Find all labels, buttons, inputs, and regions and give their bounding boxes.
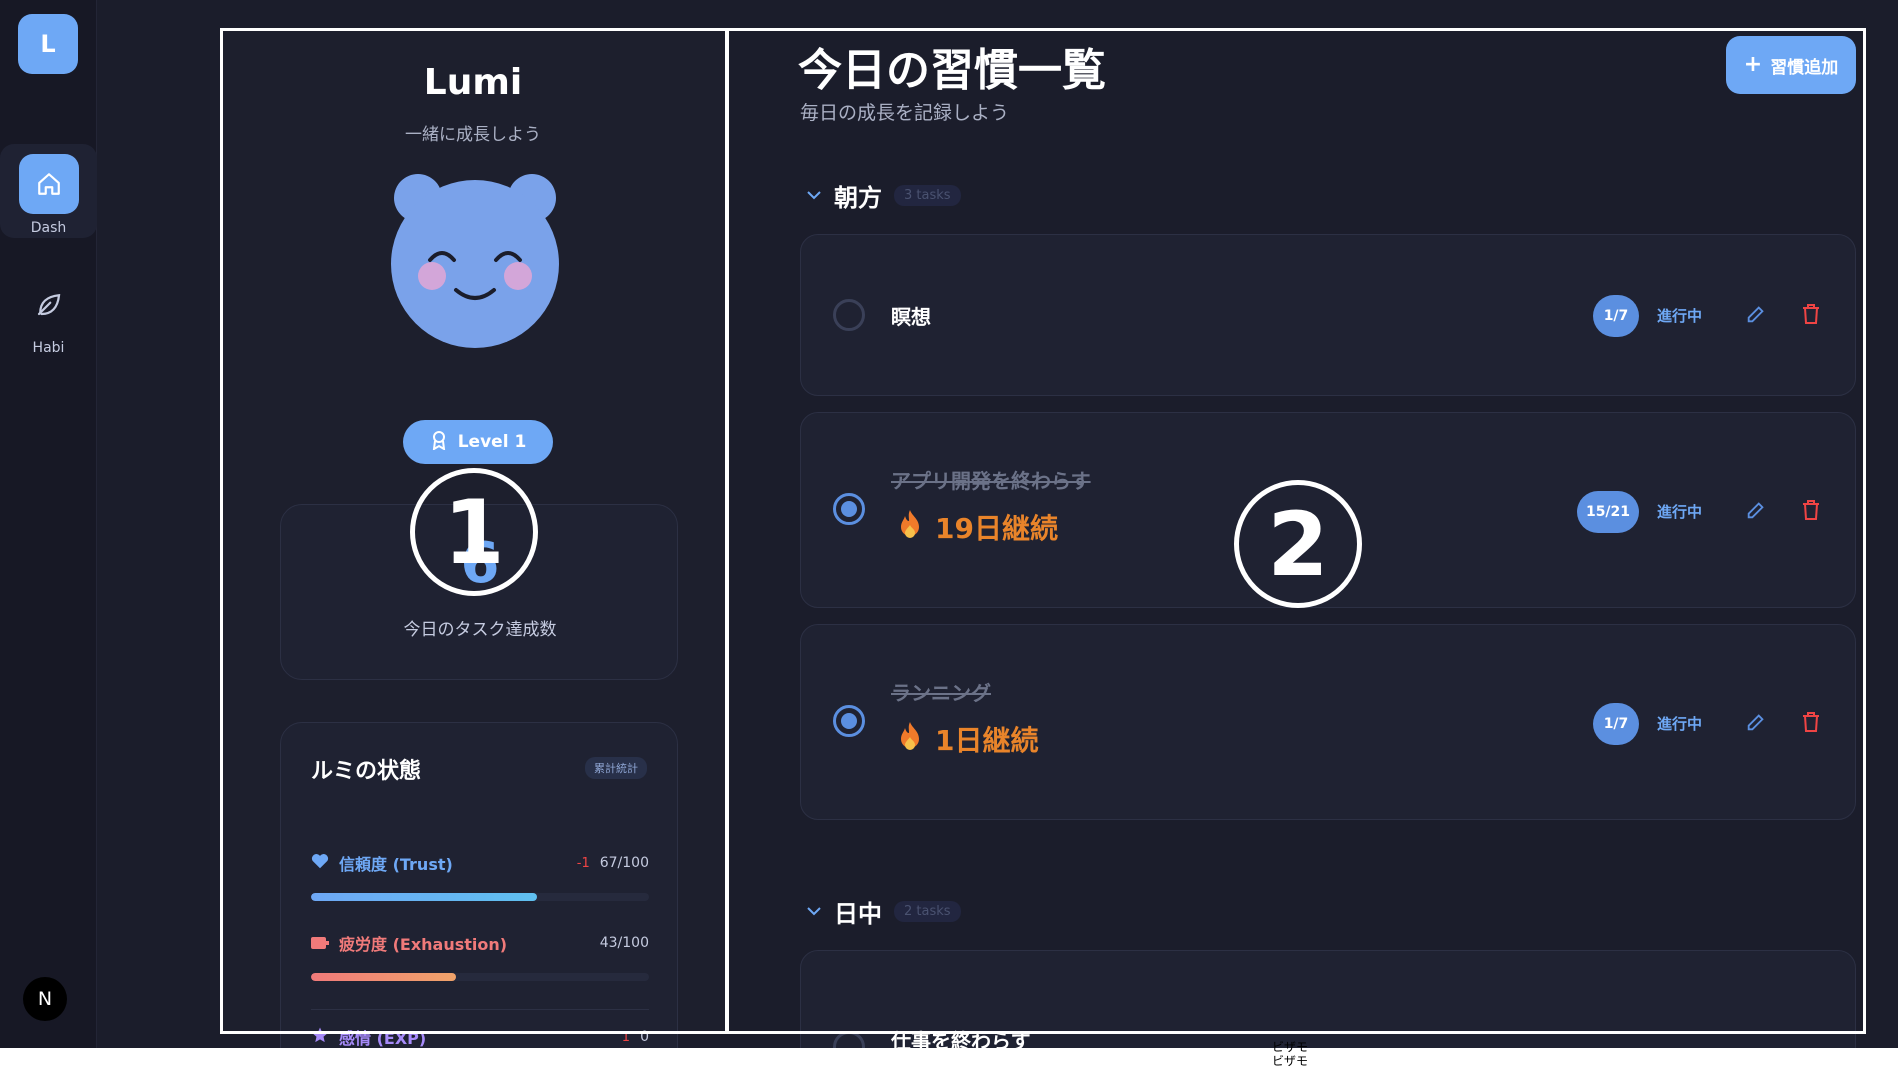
leaf-icon bbox=[19, 274, 79, 334]
divider bbox=[311, 1009, 649, 1010]
star-icon bbox=[311, 1026, 329, 1048]
fire-icon bbox=[899, 509, 921, 546]
sidebar-item-dash[interactable]: Dash bbox=[0, 144, 97, 238]
state-tag: 累計統計 bbox=[585, 757, 647, 779]
app-window: L Dash Habi N Lumi 一緒に成長しよう Level 1 6 今日… bbox=[0, 0, 1898, 1048]
add-habit-button[interactable]: + 習慣追加 bbox=[1726, 36, 1856, 94]
sidebar-item-habi[interactable]: Habi bbox=[0, 264, 97, 358]
delete-button[interactable] bbox=[1801, 499, 1821, 525]
footer-line: ビザモ bbox=[1272, 1040, 1309, 1054]
stat-delta: -1 bbox=[576, 855, 590, 871]
fire-icon bbox=[899, 721, 921, 758]
add-habit-label: 習慣追加 bbox=[1770, 57, 1839, 78]
section-count: 3 tasks bbox=[894, 185, 961, 206]
task-count-label: 今日のタスク達成数 bbox=[403, 620, 557, 640]
habit-status: 進行中 bbox=[1657, 503, 1703, 521]
trash-icon bbox=[1803, 712, 1819, 732]
habit-streak: 1日継続 bbox=[899, 719, 1038, 759]
next-logo[interactable]: N bbox=[23, 977, 67, 1021]
stat-name: 感情 (EXP) bbox=[339, 1029, 427, 1048]
habit-name: ランニング bbox=[891, 681, 991, 705]
user-avatar[interactable]: L bbox=[18, 14, 78, 74]
habit-name: アプリ開発を終わらす bbox=[891, 469, 1091, 493]
habit-status: 進行中 bbox=[1657, 715, 1703, 733]
chevron-down-icon bbox=[806, 186, 822, 205]
edit-button[interactable] bbox=[1745, 303, 1767, 329]
task-count-card: 6 今日のタスク達成数 bbox=[280, 504, 678, 680]
stat-name: 信頼度 (Trust) bbox=[339, 855, 453, 874]
edit-button[interactable] bbox=[1745, 499, 1767, 525]
section-title: 朝方 bbox=[834, 184, 882, 212]
heart-icon bbox=[311, 853, 329, 873]
page-title: 今日の習慣一覧 bbox=[798, 45, 1106, 96]
habit-checkbox[interactable] bbox=[833, 705, 865, 737]
section-count: 2 tasks bbox=[894, 901, 961, 922]
stat-value: 67/100 bbox=[599, 855, 649, 871]
pet-avatar-illustration bbox=[390, 168, 560, 352]
pet-name: Lumi bbox=[423, 62, 523, 103]
sidebar: L Dash Habi N bbox=[0, 0, 97, 1048]
footer-text: ビザモ ビザモ bbox=[1272, 1040, 1308, 1068]
habit-card: ランニング 1日継続 1/7 進行中 bbox=[800, 624, 1856, 820]
habit-checkbox[interactable] bbox=[833, 1031, 865, 1048]
pencil-icon bbox=[1747, 306, 1764, 323]
streak-label: 19日継続 bbox=[935, 512, 1058, 545]
habit-checkbox[interactable] bbox=[833, 493, 865, 525]
level-label: Level 1 bbox=[457, 432, 527, 452]
stat-value: 43/100 bbox=[599, 935, 649, 951]
habit-card: 仕事を終わらす bbox=[800, 950, 1856, 1048]
pencil-icon bbox=[1747, 714, 1764, 731]
section-header-morning[interactable]: 朝方 3 tasks bbox=[806, 178, 961, 213]
streak-label: 1日継続 bbox=[935, 724, 1039, 757]
task-count-value: 6 bbox=[460, 531, 500, 596]
habit-checkbox[interactable] bbox=[833, 299, 865, 331]
habit-status: 進行中 bbox=[1657, 307, 1703, 325]
sidebar-item-label: Dash bbox=[30, 220, 67, 236]
habit-card: アプリ開発を終わらす 19日継続 15/21 進行中 bbox=[800, 412, 1856, 608]
page-subtitle: 毎日の成長を記録しよう bbox=[800, 102, 1010, 124]
trash-icon bbox=[1803, 500, 1819, 520]
habit-streak: 19日継続 bbox=[899, 507, 1058, 547]
habit-progress: 1/7 bbox=[1593, 295, 1639, 337]
trust-bar bbox=[311, 893, 649, 901]
habit-progress: 1/7 bbox=[1593, 703, 1639, 745]
trash-icon bbox=[1803, 304, 1819, 324]
footer-line: ビザモ bbox=[1272, 1054, 1309, 1068]
habit-progress: 15/21 bbox=[1577, 491, 1639, 533]
level-badge: Level 1 bbox=[403, 420, 553, 464]
habits-panel: 今日の習慣一覧 毎日の成長を記録しよう + 習慣追加 朝方 3 tasks 瞑想… bbox=[726, 28, 1864, 1048]
stat-exp: 感情 (EXP) 1 0 bbox=[311, 1025, 649, 1048]
state-card: ルミの状態 累計統計 信頼度 (Trust) -1 67/100 疲労度 (Ex… bbox=[280, 722, 678, 1048]
delete-button[interactable] bbox=[1801, 303, 1821, 329]
delete-button[interactable] bbox=[1801, 711, 1821, 737]
plus-icon: + bbox=[1743, 52, 1763, 77]
pet-panel: Lumi 一緒に成長しよう Level 1 6 今日のタスク達成数 ルミの状態 … bbox=[220, 28, 726, 1048]
stat-exhaustion: 疲労度 (Exhaustion) 43/100 bbox=[311, 931, 649, 981]
award-icon bbox=[430, 430, 448, 455]
state-title: ルミの状態 bbox=[311, 759, 422, 784]
edit-button[interactable] bbox=[1745, 711, 1767, 737]
section-header-daytime[interactable]: 日中 2 tasks bbox=[806, 894, 961, 929]
home-icon bbox=[18, 154, 79, 214]
habit-name: 瞑想 bbox=[891, 305, 931, 329]
stat-trust: 信頼度 (Trust) -1 67/100 bbox=[311, 851, 649, 901]
stat-name: 疲労度 (Exhaustion) bbox=[339, 935, 508, 954]
battery-icon bbox=[311, 934, 329, 953]
pet-subtitle: 一緒に成長しよう bbox=[405, 125, 541, 145]
stat-value: 0 bbox=[640, 1029, 649, 1045]
habit-card: 瞑想 1/7 進行中 bbox=[800, 234, 1856, 396]
stat-delta: 1 bbox=[621, 1029, 631, 1045]
habit-name: 仕事を終わらす bbox=[891, 1029, 1031, 1048]
pencil-icon bbox=[1747, 502, 1764, 519]
sidebar-item-label: Habi bbox=[32, 340, 65, 356]
section-title: 日中 bbox=[834, 900, 882, 928]
exhaustion-bar bbox=[311, 973, 649, 981]
chevron-down-icon bbox=[806, 902, 822, 921]
